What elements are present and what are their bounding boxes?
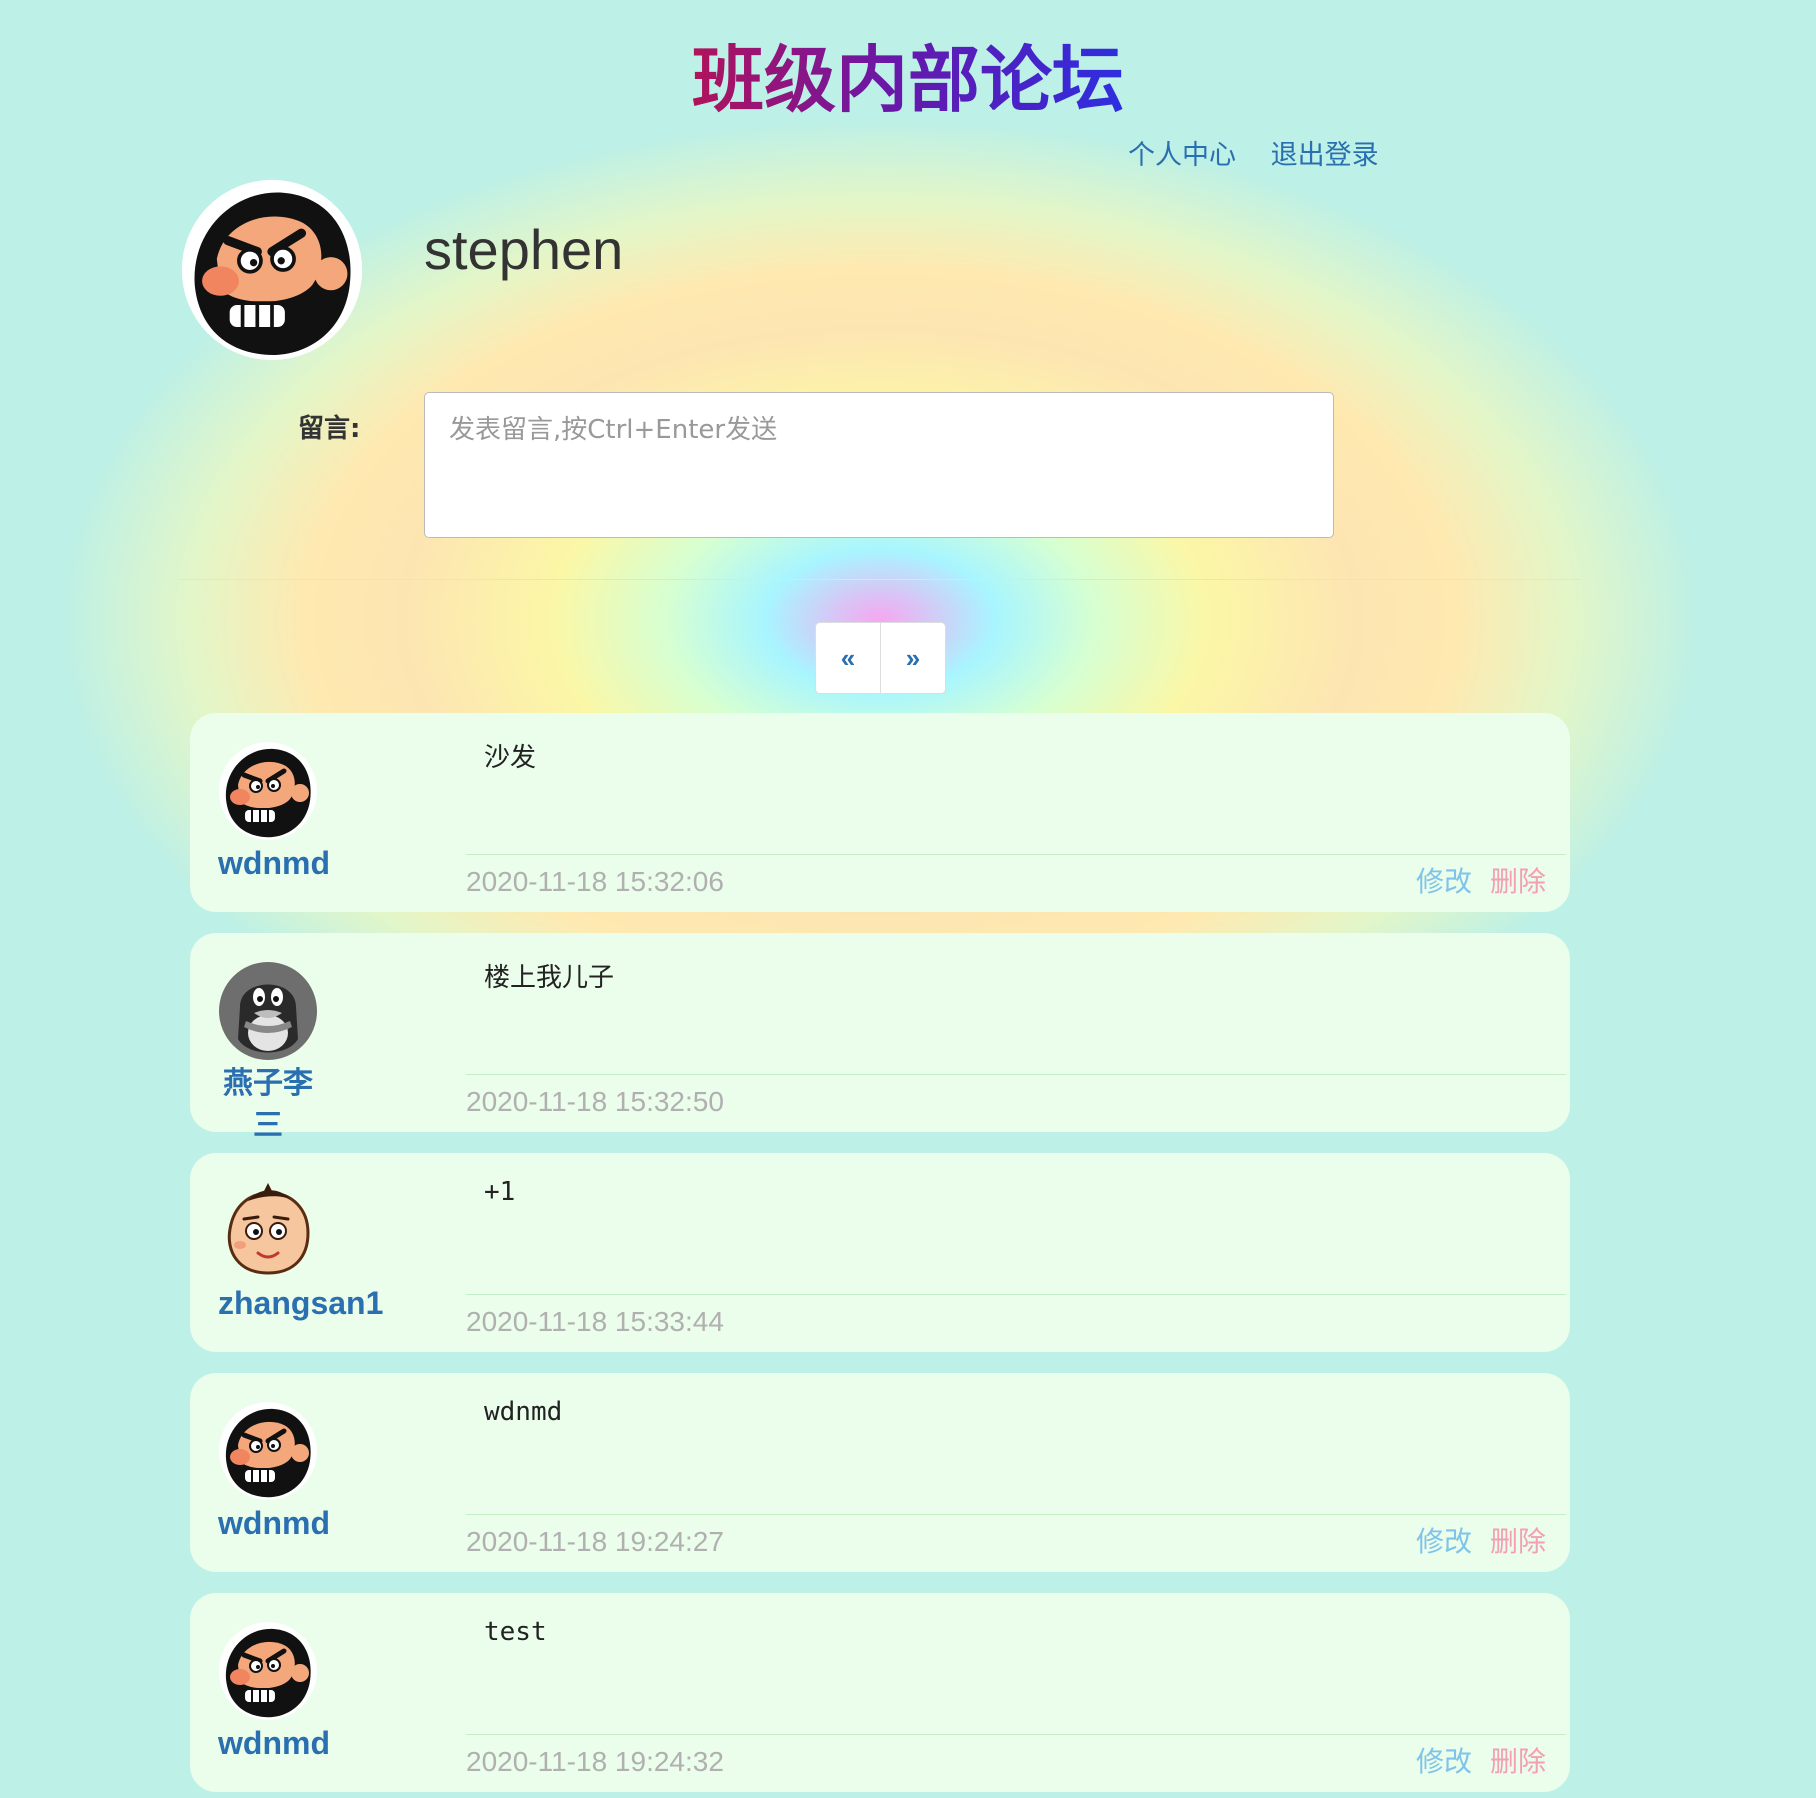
logout-link[interactable]: 退出登录: [1271, 140, 1379, 171]
pagination: « »: [815, 622, 946, 694]
delete-button[interactable]: 删除: [1490, 1745, 1546, 1778]
author-avatar[interactable]: [218, 961, 318, 1061]
post-card: wdnmd test 2020-11-18 19:24:32 修改 删除: [190, 1593, 1570, 1792]
post-content: test: [484, 1617, 547, 1647]
post-author[interactable]: zhangsan1: [218, 1283, 383, 1323]
current-username: stephen: [424, 218, 624, 281]
post-author[interactable]: 燕子李三: [218, 1063, 318, 1147]
post-content: 楼上我儿子: [484, 963, 615, 993]
author-avatar[interactable]: [218, 1621, 318, 1721]
post-timestamp: 2020-11-18 19:24:27: [466, 1526, 724, 1557]
post-card: zhangsan1 +1 2020-11-18 15:33:44: [190, 1153, 1570, 1352]
edit-button[interactable]: 修改: [1416, 1745, 1472, 1778]
post-divider: [466, 1294, 1566, 1295]
post-author[interactable]: wdnmd: [218, 843, 330, 883]
top-nav: 个人中心 退出登录: [1128, 138, 1405, 174]
post-content: 沙发: [484, 743, 537, 773]
author-avatar[interactable]: [218, 1181, 318, 1281]
post-actions: 修改 删除: [1416, 1745, 1546, 1779]
delete-button[interactable]: 删除: [1490, 1525, 1546, 1558]
author-avatar[interactable]: [218, 1401, 318, 1501]
post-divider: [466, 1734, 1566, 1735]
current-user-avatar[interactable]: [180, 178, 364, 362]
post-card: wdnmd 沙发 2020-11-18 15:32:06 修改 删除: [190, 713, 1570, 912]
edit-button[interactable]: 修改: [1416, 1525, 1472, 1558]
post-timestamp: 2020-11-18 19:24:32: [466, 1746, 724, 1777]
post-author[interactable]: wdnmd: [218, 1503, 330, 1543]
post-divider: [466, 1074, 1566, 1075]
delete-button[interactable]: 删除: [1490, 865, 1546, 898]
post-author[interactable]: wdnmd: [218, 1723, 330, 1763]
post-card: 燕子李三 楼上我儿子 2020-11-18 15:32:50: [190, 933, 1570, 1143]
comment-input[interactable]: [424, 392, 1334, 538]
edit-button[interactable]: 修改: [1416, 865, 1472, 898]
next-page-button[interactable]: »: [880, 623, 945, 693]
personal-center-link[interactable]: 个人中心: [1128, 140, 1236, 171]
post-timestamp: 2020-11-18 15:32:06: [466, 866, 724, 897]
author-avatar[interactable]: [218, 741, 318, 841]
post-card: wdnmd wdnmd 2020-11-18 19:24:27 修改 删除: [190, 1373, 1570, 1572]
prev-page-button[interactable]: «: [816, 623, 880, 693]
divider: [180, 579, 1580, 580]
post-timestamp: 2020-11-18 15:33:44: [466, 1306, 724, 1337]
post-timestamp: 2020-11-18 15:32:50: [466, 1086, 724, 1117]
post-actions: 修改 删除: [1416, 1525, 1546, 1559]
post-actions: 修改 删除: [1416, 865, 1546, 899]
post-divider: [466, 1514, 1566, 1515]
post-content: wdnmd: [484, 1397, 563, 1427]
comment-label: 留言:: [298, 414, 361, 444]
site-title: 班级内部论坛: [691, 38, 1124, 122]
post-content: +1: [484, 1177, 516, 1207]
post-divider: [466, 854, 1566, 855]
